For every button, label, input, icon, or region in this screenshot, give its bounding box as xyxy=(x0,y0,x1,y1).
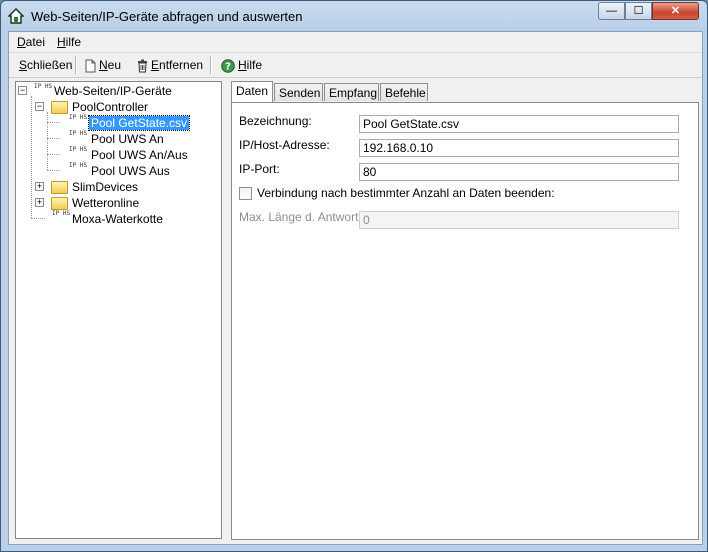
network-root-icon: IP HS xyxy=(34,83,53,90)
minimize-button[interactable]: — xyxy=(598,2,625,20)
tree-item-pool-uws-an-aus[interactable]: Pool UWS An/Aus xyxy=(91,147,188,163)
close-after-count-checkbox[interactable] xyxy=(239,187,252,200)
name-label: Bezeichnung: xyxy=(239,114,312,128)
new-button-mnemonic: N xyxy=(99,58,108,72)
folder-icon xyxy=(51,197,68,210)
menu-datei-mnemonic: D xyxy=(17,35,26,49)
new-button-label: eu xyxy=(107,58,122,72)
port-field[interactable]: 80 xyxy=(359,163,679,181)
pane-splitter[interactable] xyxy=(222,81,226,539)
tree-folder-slimdevices[interactable]: SlimDevices xyxy=(72,179,138,195)
tree-folder-wetteronline[interactable]: Wetteronline xyxy=(72,195,139,211)
ip-device-icon: IP HS xyxy=(69,114,88,121)
tab-daten[interactable]: Daten xyxy=(231,81,273,102)
tree-line xyxy=(47,138,59,140)
tree-item-pool-uws-an[interactable]: Pool UWS An xyxy=(91,131,164,147)
expand-toggle[interactable]: + xyxy=(35,198,44,207)
expand-toggle[interactable]: + xyxy=(35,182,44,191)
folder-icon xyxy=(51,181,68,194)
tab-strip: Daten Senden Empfang Befehle xyxy=(231,81,699,103)
menu-hilfe-mnemonic: H xyxy=(57,35,66,49)
collapse-toggle[interactable]: − xyxy=(18,86,27,95)
menu-hilfe-label: ilfe xyxy=(65,35,82,49)
tree-root[interactable]: Web-Seiten/IP-Geräte xyxy=(54,83,172,99)
port-label: IP-Port: xyxy=(239,162,280,176)
tree-item-label: Pool GetState.csv xyxy=(87,115,191,131)
help-button[interactable]: ? Hilfe xyxy=(221,57,262,73)
tree-line xyxy=(31,218,45,220)
help-icon: ? xyxy=(221,59,235,73)
tree-line xyxy=(47,122,59,124)
house-icon xyxy=(8,8,24,24)
tree-line xyxy=(31,96,33,218)
remove-button-label: ntfernen xyxy=(159,58,204,72)
tree-line xyxy=(47,112,49,170)
svg-text:?: ? xyxy=(225,61,231,72)
host-field[interactable]: 192.168.0.10 xyxy=(359,139,679,157)
max-length-field[interactable]: 0 xyxy=(359,211,679,229)
toolbar: Schließen Neu Entfernen ? Hilfe xyxy=(9,53,702,78)
help-button-mnemonic: H xyxy=(238,58,247,72)
ip-device-icon: IP HS xyxy=(69,146,88,153)
menu-datei-label: atei xyxy=(25,35,46,49)
tab-panel-daten: Bezeichnung: Pool GetState.csv IP/Host-A… xyxy=(231,102,699,540)
max-length-label: Max. Länge d. Antwort: xyxy=(239,210,362,224)
close-button[interactable]: Schließen xyxy=(19,57,72,73)
tab-befehle[interactable]: Befehle xyxy=(380,83,428,101)
folder-icon xyxy=(51,101,68,114)
tree-line xyxy=(47,154,59,156)
toolbar-separator xyxy=(210,56,212,74)
title-bar[interactable]: Web-Seiten/IP-Geräte abfragen und auswer… xyxy=(1,1,707,31)
close-window-button[interactable]: ✕ xyxy=(652,2,699,20)
menu-datei[interactable]: Datei xyxy=(17,35,45,49)
name-field[interactable]: Pool GetState.csv xyxy=(359,115,679,133)
tree-item-pool-getstate[interactable]: Pool GetState.csv xyxy=(87,115,191,131)
ip-device-icon: IP HS xyxy=(52,210,71,217)
tab-empfang[interactable]: Empfang xyxy=(324,83,379,101)
remove-button[interactable]: Entfernen xyxy=(137,57,203,73)
tree-item-pool-uws-aus[interactable]: Pool UWS Aus xyxy=(91,163,170,179)
help-button-label: ilfe xyxy=(246,58,263,72)
remove-button-mnemonic: E xyxy=(151,58,160,72)
new-document-icon xyxy=(85,59,96,73)
toolbar-separator xyxy=(75,56,77,74)
menu-hilfe[interactable]: Hilfe xyxy=(57,35,81,49)
close-button-label: chließen xyxy=(27,58,73,72)
host-label: IP/Host-Adresse: xyxy=(239,138,330,152)
ip-device-icon: IP HS xyxy=(69,162,88,169)
trash-icon xyxy=(138,59,147,73)
device-tree[interactable]: − IP HS Web-Seiten/IP-Geräte − PoolContr… xyxy=(15,81,222,539)
close-after-count-label[interactable]: Verbindung nach bestimmter Anzahl an Dat… xyxy=(257,186,555,200)
collapse-toggle[interactable]: − xyxy=(35,102,44,111)
tab-senden[interactable]: Senden xyxy=(274,83,323,101)
tree-item-moxa[interactable]: Moxa-Waterkotte xyxy=(72,211,163,227)
close-button-mnemonic: S xyxy=(19,58,28,72)
tree-line xyxy=(47,170,59,172)
window-title: Web-Seiten/IP-Geräte abfragen und auswer… xyxy=(31,9,303,24)
menu-bar: Datei Hilfe xyxy=(9,32,702,53)
client-area: Datei Hilfe Schließen Neu Entfernen ? Hil… xyxy=(8,31,703,545)
tree-folder-poolcontroller[interactable]: PoolController xyxy=(72,99,148,115)
app-window: Web-Seiten/IP-Geräte abfragen und auswer… xyxy=(0,0,708,552)
new-button[interactable]: Neu xyxy=(85,57,121,73)
ip-device-icon: IP HS xyxy=(69,130,88,137)
maximize-button[interactable]: ☐ xyxy=(625,2,652,20)
